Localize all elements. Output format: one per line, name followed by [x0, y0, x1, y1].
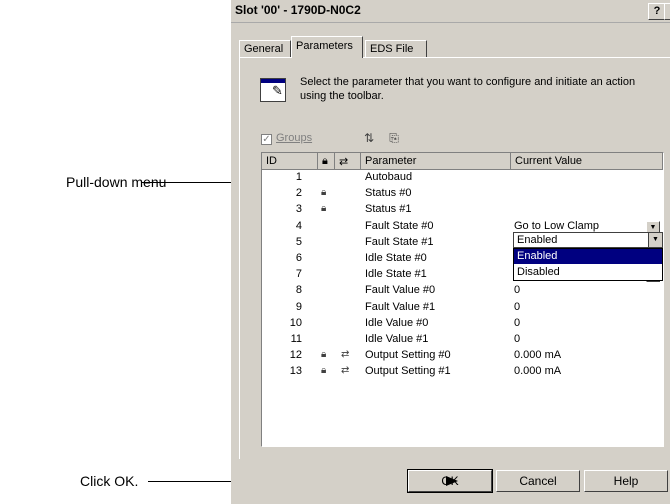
- autobaud-combo[interactable]: Enabled ▼: [513, 232, 663, 248]
- row-id: 3: [295, 203, 302, 216]
- lock-icon: 🔒︎: [321, 365, 327, 377]
- row-parameter: Autobaud: [365, 171, 413, 183]
- table-row[interactable]: 10 Idle Value #0 0: [262, 317, 663, 333]
- column-header-current-value[interactable]: Current Value: [511, 153, 663, 170]
- link-icon: ⇄: [341, 365, 350, 377]
- callout-ok-arrowhead: [446, 476, 458, 486]
- column-header-id[interactable]: ID: [262, 153, 318, 170]
- combo-value: Enabled: [517, 234, 558, 246]
- row-parameter: Fault Value #0: [365, 284, 436, 297]
- row-value: 0: [514, 333, 521, 345]
- autobaud-dropdown-list: Enabled Disabled: [513, 248, 663, 281]
- table-row[interactable]: 8 Fault Value #0 0: [262, 284, 663, 300]
- table-row[interactable]: 13 🔒︎ ⇄ Output Setting #1 0.000 mA: [262, 365, 663, 381]
- column-header-link[interactable]: ⇄: [335, 153, 361, 170]
- row-value: 0: [514, 300, 521, 313]
- row-id: 11: [290, 333, 302, 345]
- row-parameter: Fault State #1: [365, 235, 434, 248]
- instruction-text: Select the parameter that you want to co…: [300, 76, 636, 102]
- row-parameter: Status #1: [365, 203, 412, 216]
- row-parameter: Output Setting #1: [365, 365, 451, 378]
- row-id: 8: [295, 284, 302, 297]
- lock-icon: 🔒︎: [321, 203, 327, 215]
- row-value: 0: [514, 284, 521, 297]
- row-value: 0.000 mA: [514, 349, 562, 362]
- row-value[interactable]: Go to Low Clamp: [514, 220, 599, 232]
- row-parameter: Idle Value #1: [365, 333, 429, 345]
- row-parameter: Idle Value #0: [365, 316, 429, 329]
- tab-parameters[interactable]: Parameters: [291, 36, 363, 58]
- table-row[interactable]: 2 🔒︎ Status #0: [262, 187, 663, 203]
- tab-general[interactable]: General: [239, 40, 291, 57]
- dropdown-option-disabled[interactable]: Disabled: [514, 265, 662, 280]
- row-parameter: Idle State #0: [365, 252, 427, 264]
- groups-checkbox[interactable]: ✓: [261, 134, 272, 145]
- help-button[interactable]: Help: [584, 470, 668, 492]
- dropdown-option-enabled[interactable]: Enabled: [514, 249, 662, 264]
- download-icon[interactable]: ⎘: [385, 129, 403, 147]
- close-icon[interactable]: ×: [664, 3, 670, 20]
- row-id: 4: [295, 219, 302, 232]
- upload-icon[interactable]: ⇅: [360, 129, 378, 147]
- table-row[interactable]: 12 🔒︎ ⇄ Output Setting #0 0.000 mA: [262, 349, 663, 365]
- edit-note-icon: ✎: [260, 78, 286, 102]
- row-id: 2: [295, 187, 302, 200]
- row-id: 5: [295, 235, 302, 248]
- dialog-titlebar: Slot '00' - 1790D-N0C2 ? ×: [231, 0, 670, 23]
- table-row[interactable]: 3 🔒︎ Status #1: [262, 203, 663, 219]
- row-id: 7: [295, 268, 302, 281]
- table-row[interactable]: 1 Autobaud: [262, 171, 663, 187]
- column-header-parameter[interactable]: Parameter: [361, 153, 511, 170]
- parameters-tab-panel: ✎ Select the parameter that you want to …: [239, 57, 670, 459]
- parameters-dialog: Slot '00' - 1790D-N0C2 ? × General Param…: [231, 0, 670, 504]
- dialog-title: Slot '00' - 1790D-N0C2: [235, 3, 361, 17]
- chevron-down-icon[interactable]: ▼: [648, 233, 662, 247]
- cancel-button[interactable]: Cancel: [496, 470, 580, 492]
- callout-click-ok: Click OK.: [80, 473, 139, 489]
- link-icon: ⇄: [339, 156, 349, 168]
- row-parameter: Idle State #1: [365, 268, 427, 281]
- table-row[interactable]: 9 Fault Value #1 0: [262, 301, 663, 317]
- lock-icon: 🔒︎: [322, 155, 328, 167]
- lock-icon: 🔒︎: [321, 187, 327, 199]
- lock-icon: 🔒︎: [321, 349, 327, 361]
- row-parameter: Fault State #0: [365, 219, 434, 232]
- row-value: 0.000 mA: [514, 365, 562, 378]
- table-row[interactable]: 11 Idle Value #1 0: [262, 333, 663, 349]
- row-id: 6: [295, 252, 302, 264]
- link-icon: ⇄: [341, 349, 350, 361]
- row-id: 1: [295, 171, 302, 183]
- row-parameter: Fault Value #1: [365, 300, 436, 313]
- row-id: 12: [289, 349, 302, 362]
- row-parameter: Status #0: [365, 187, 412, 200]
- row-value: 0: [514, 316, 521, 329]
- column-header-lock[interactable]: 🔒︎: [318, 153, 335, 170]
- tab-eds-file[interactable]: EDS File: [365, 40, 427, 57]
- row-id: 13: [289, 365, 302, 378]
- row-id: 9: [295, 300, 302, 313]
- row-parameter: Output Setting #0: [365, 349, 451, 362]
- groups-label: Groups: [276, 132, 313, 144]
- parameter-list: ID 🔒︎ ⇄ Parameter Current Value 1 Autobau…: [261, 152, 664, 447]
- row-id: 10: [289, 316, 302, 329]
